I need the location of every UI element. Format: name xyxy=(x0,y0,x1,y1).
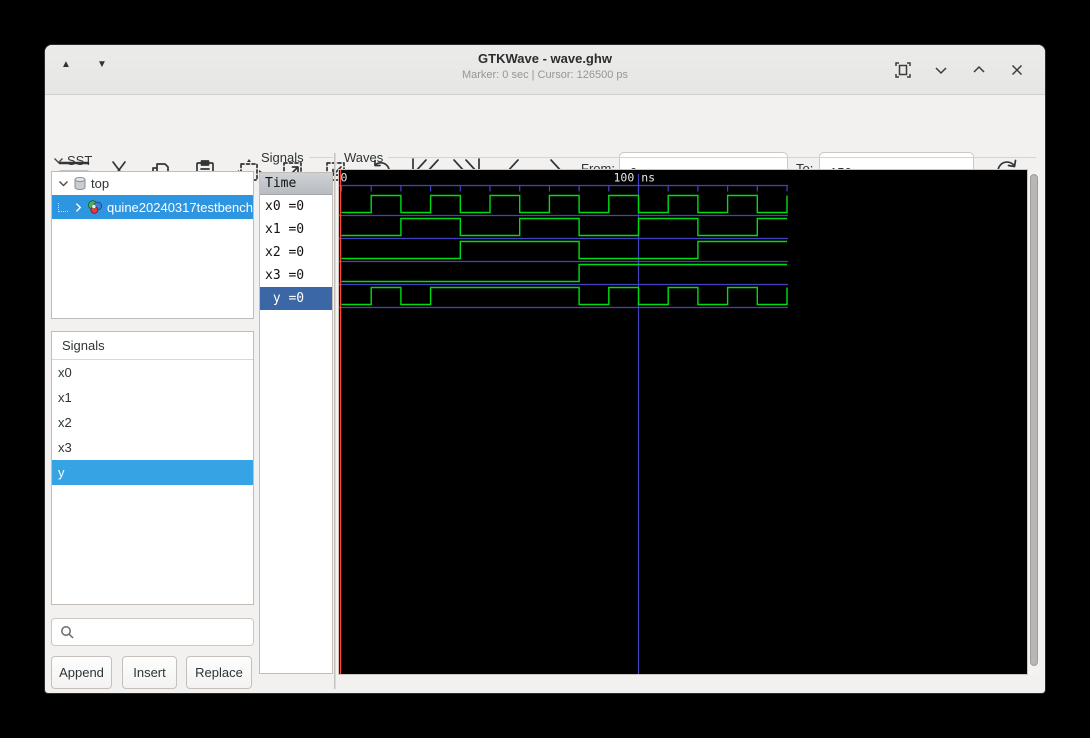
sst-tree: top quine20240317testbench xyxy=(51,171,254,319)
gtkwave-window: ▲ ▼ GTKWave - wave.ghw Marker: 0 sec | C… xyxy=(44,44,1046,694)
tree-connector xyxy=(58,202,68,212)
signal-list-item-x0[interactable]: x0 xyxy=(52,360,253,385)
tree-item-label: quine20240317testbench xyxy=(106,199,253,215)
append-button[interactable]: Append xyxy=(51,656,112,689)
search-icon xyxy=(61,625,74,639)
waves-frame-head: Waves xyxy=(344,150,1037,165)
signal-list-item-x3[interactable]: x3 xyxy=(52,435,253,460)
value-row-x3[interactable]: x3 =0 xyxy=(260,264,332,287)
expander-chevron-icon xyxy=(54,158,63,164)
frame-line xyxy=(308,157,333,158)
close-button[interactable] xyxy=(1005,57,1029,83)
signal-list-item-x1[interactable]: x1 xyxy=(52,385,253,410)
svg-text:100 ns: 100 ns xyxy=(614,171,656,185)
values-frame-head: Signals xyxy=(261,150,333,165)
tree-item-label: top xyxy=(91,176,110,191)
pane-splitter[interactable] xyxy=(334,153,336,689)
database-icon xyxy=(74,177,86,190)
signal-search-panel: Signals x0 x1 x2 x3 y xyxy=(51,331,254,605)
waves-vscrollbar xyxy=(1029,172,1039,674)
replace-button[interactable]: Replace xyxy=(186,656,252,689)
chevron-down-icon xyxy=(935,67,947,75)
signals-list: x0 x1 x2 x3 y xyxy=(52,360,253,485)
svg-text:0: 0 xyxy=(341,171,348,185)
value-row-x1[interactable]: x1 =0 xyxy=(260,218,332,241)
values-frame-label: Signals xyxy=(261,150,304,165)
expander-chevron-icon xyxy=(59,181,68,187)
tree-item-testbench[interactable]: quine20240317testbench xyxy=(52,195,253,219)
sst-expander[interactable]: SST xyxy=(53,153,92,168)
expander-chevron-icon xyxy=(75,202,81,212)
tree-item-top[interactable]: top xyxy=(52,172,253,195)
maximize-button[interactable] xyxy=(967,57,991,83)
toolbar: From: To: xyxy=(45,95,1045,192)
signal-list-item-x2[interactable]: x2 xyxy=(52,410,253,435)
signal-values-panel: Time x0 =0 x1 =0 x2 =0 x3 =0 y =0 xyxy=(259,172,333,674)
time-header[interactable]: Time xyxy=(260,173,332,195)
insert-button[interactable]: Insert xyxy=(122,656,177,689)
signals-header: Signals xyxy=(52,332,253,360)
wave-canvas-svg: 0 100 ns xyxy=(339,170,788,674)
fullscreen-button[interactable] xyxy=(891,57,915,83)
waves-frame-label: Waves xyxy=(344,150,384,165)
chevron-up-icon xyxy=(973,65,985,73)
value-row-y[interactable]: y =0 xyxy=(260,287,332,310)
values-list: x0 =0 x1 =0 x2 =0 x3 =0 y =0 xyxy=(260,195,332,310)
value-row-x2[interactable]: x2 =0 xyxy=(260,241,332,264)
signal-list-item-y[interactable]: y xyxy=(52,460,253,485)
main-area: SST top quine20240317testbench Signals x… xyxy=(45,149,1045,693)
signal-search-box[interactable] xyxy=(51,618,254,646)
sst-label: SST xyxy=(67,153,93,168)
titlebar: ▲ ▼ GTKWave - wave.ghw Marker: 0 sec | C… xyxy=(45,45,1045,95)
waves-vscroll-thumb[interactable] xyxy=(1030,174,1038,666)
fullscreen-icon xyxy=(895,62,911,78)
minimize-button[interactable] xyxy=(929,57,953,83)
value-row-x0[interactable]: x0 =0 xyxy=(260,195,332,218)
module-icon xyxy=(88,200,103,214)
frame-line xyxy=(388,157,1037,158)
close-icon xyxy=(1011,64,1023,76)
wave-canvas[interactable]: 0 100 ns xyxy=(338,169,1028,675)
